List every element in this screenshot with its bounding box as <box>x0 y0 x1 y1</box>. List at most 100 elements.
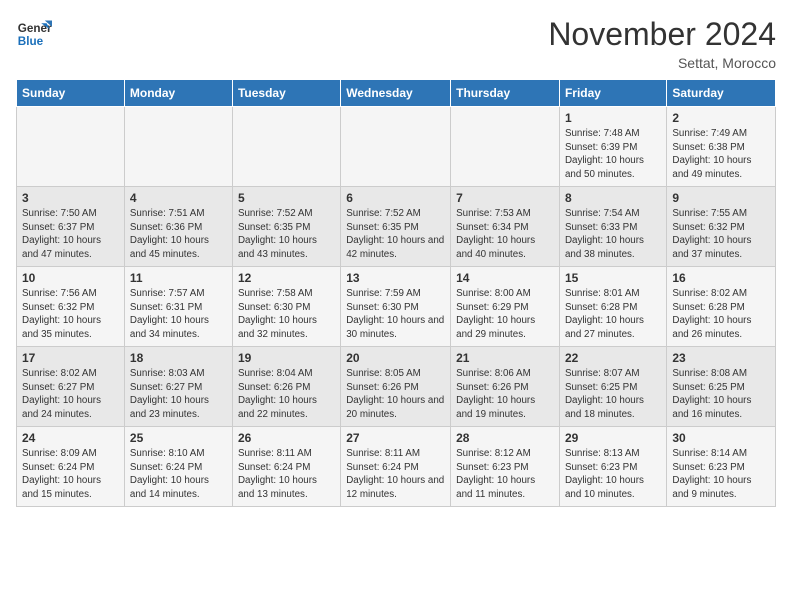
cell-week4-day0: 17Sunrise: 8:02 AM Sunset: 6:27 PM Dayli… <box>17 347 125 427</box>
day-info: Sunrise: 7:59 AM Sunset: 6:30 PM Dayligh… <box>346 287 445 342</box>
cell-week3-day5: 15 Sunrise: 8:01 AM Sunset: 6:28 PM Dayli… <box>559 267 666 347</box>
header-friday: Friday <box>559 80 666 107</box>
cell-week3-day2: 12 Sunrise: 7:58 AM Sunset: 6:30 PM Dayli… <box>232 267 340 347</box>
header-row: SundayMondayTuesdayWednesdayThursdayFrid… <box>17 80 776 107</box>
week-row-2: 3 Sunrise: 7:50 AM Sunset: 6:37 PM Daylig… <box>17 187 776 267</box>
day-number: 20 <box>346 351 445 365</box>
header-thursday: Thursday <box>451 80 560 107</box>
header-wednesday: Wednesday <box>341 80 451 107</box>
cell-week1-day6: 2 Sunrise: 7:49 AM Sunset: 6:38 PM Daylig… <box>667 107 776 187</box>
day-number: 30 <box>672 431 770 445</box>
logo: General Blue <box>16 16 52 52</box>
cell-week2-day4: 7 Sunrise: 7:53 AM Sunset: 6:34 PM Daylig… <box>451 187 560 267</box>
day-number: 19 <box>238 351 335 365</box>
location: Settat, Morocco <box>548 55 776 71</box>
day-number: 6 <box>346 191 445 205</box>
cell-week2-day1: 4 Sunrise: 7:51 AM Sunset: 6:36 PM Daylig… <box>124 187 232 267</box>
cell-week5-day0: 24 Sunrise: 8:09 AM Sunset: 6:24 PM Dayli… <box>17 427 125 507</box>
cell-week5-day3: 27Sunrise: 8:11 AM Sunset: 6:24 PM Dayli… <box>341 427 451 507</box>
day-info: Sunrise: 8:00 AM Sunset: 6:29 PM Dayligh… <box>456 287 554 342</box>
header-saturday: Saturday <box>667 80 776 107</box>
page-header: General Blue November 2024 Settat, Moroc… <box>16 16 776 71</box>
day-number: 24 <box>22 431 119 445</box>
day-number: 14 <box>456 271 554 285</box>
day-info: Sunrise: 7:53 AM Sunset: 6:34 PM Dayligh… <box>456 207 554 262</box>
day-info: Sunrise: 7:55 AM Sunset: 6:32 PM Dayligh… <box>672 207 770 262</box>
day-info: Sunrise: 8:09 AM Sunset: 6:24 PM Dayligh… <box>22 447 119 502</box>
day-number: 28 <box>456 431 554 445</box>
svg-text:Blue: Blue <box>18 35 44 48</box>
logo-icon: General Blue <box>16 16 52 52</box>
cell-week3-day0: 10Sunrise: 7:56 AM Sunset: 6:32 PM Dayli… <box>17 267 125 347</box>
day-number: 4 <box>130 191 227 205</box>
day-info: Sunrise: 7:50 AM Sunset: 6:37 PM Dayligh… <box>22 207 119 262</box>
day-number: 15 <box>565 271 661 285</box>
day-info: Sunrise: 8:06 AM Sunset: 6:26 PM Dayligh… <box>456 367 554 422</box>
day-number: 27 <box>346 431 445 445</box>
title-block: November 2024 Settat, Morocco <box>548 16 776 71</box>
day-info: Sunrise: 8:04 AM Sunset: 6:26 PM Dayligh… <box>238 367 335 422</box>
day-number: 23 <box>672 351 770 365</box>
cell-week1-day2 <box>232 107 340 187</box>
week-row-5: 24 Sunrise: 8:09 AM Sunset: 6:24 PM Dayli… <box>17 427 776 507</box>
calendar-header: SundayMondayTuesdayWednesdayThursdayFrid… <box>17 80 776 107</box>
cell-week1-day0 <box>17 107 125 187</box>
day-info: Sunrise: 8:07 AM Sunset: 6:25 PM Dayligh… <box>565 367 661 422</box>
day-info: Sunrise: 8:11 AM Sunset: 6:24 PM Dayligh… <box>238 447 335 502</box>
calendar-table: SundayMondayTuesdayWednesdayThursdayFrid… <box>16 79 776 507</box>
cell-week5-day6: 30 Sunrise: 8:14 AM Sunset: 6:23 PM Dayli… <box>667 427 776 507</box>
day-number: 8 <box>565 191 661 205</box>
cell-week2-day6: 9 Sunrise: 7:55 AM Sunset: 6:32 PM Daylig… <box>667 187 776 267</box>
cell-week4-day5: 22 Sunrise: 8:07 AM Sunset: 6:25 PM Dayli… <box>559 347 666 427</box>
cell-week3-day1: 11 Sunrise: 7:57 AM Sunset: 6:31 PM Dayli… <box>124 267 232 347</box>
calendar-body: 1Sunrise: 7:48 AM Sunset: 6:39 PM Daylig… <box>17 107 776 507</box>
day-info: Sunrise: 8:12 AM Sunset: 6:23 PM Dayligh… <box>456 447 554 502</box>
cell-week3-day4: 14 Sunrise: 8:00 AM Sunset: 6:29 PM Dayli… <box>451 267 560 347</box>
day-number: 2 <box>672 111 770 125</box>
day-number: 11 <box>130 271 227 285</box>
day-number: 7 <box>456 191 554 205</box>
cell-week1-day5: 1Sunrise: 7:48 AM Sunset: 6:39 PM Daylig… <box>559 107 666 187</box>
day-number: 22 <box>565 351 661 365</box>
cell-week3-day3: 13 Sunrise: 7:59 AM Sunset: 6:30 PM Dayli… <box>341 267 451 347</box>
cell-week4-day6: 23Sunrise: 8:08 AM Sunset: 6:25 PM Dayli… <box>667 347 776 427</box>
cell-week5-day2: 26Sunrise: 8:11 AM Sunset: 6:24 PM Dayli… <box>232 427 340 507</box>
day-number: 25 <box>130 431 227 445</box>
day-info: Sunrise: 7:54 AM Sunset: 6:33 PM Dayligh… <box>565 207 661 262</box>
cell-week2-day3: 6Sunrise: 7:52 AM Sunset: 6:35 PM Daylig… <box>341 187 451 267</box>
day-info: Sunrise: 7:58 AM Sunset: 6:30 PM Dayligh… <box>238 287 335 342</box>
week-row-4: 17Sunrise: 8:02 AM Sunset: 6:27 PM Dayli… <box>17 347 776 427</box>
day-number: 10 <box>22 271 119 285</box>
day-number: 21 <box>456 351 554 365</box>
day-number: 3 <box>22 191 119 205</box>
cell-week5-day5: 29 Sunrise: 8:13 AM Sunset: 6:23 PM Dayli… <box>559 427 666 507</box>
cell-week3-day6: 16Sunrise: 8:02 AM Sunset: 6:28 PM Dayli… <box>667 267 776 347</box>
cell-week2-day2: 5Sunrise: 7:52 AM Sunset: 6:35 PM Daylig… <box>232 187 340 267</box>
cell-week4-day2: 19 Sunrise: 8:04 AM Sunset: 6:26 PM Dayli… <box>232 347 340 427</box>
cell-week4-day3: 20Sunrise: 8:05 AM Sunset: 6:26 PM Dayli… <box>341 347 451 427</box>
cell-week5-day1: 25Sunrise: 8:10 AM Sunset: 6:24 PM Dayli… <box>124 427 232 507</box>
cell-week1-day3 <box>341 107 451 187</box>
day-info: Sunrise: 8:13 AM Sunset: 6:23 PM Dayligh… <box>565 447 661 502</box>
cell-week4-day4: 21 Sunrise: 8:06 AM Sunset: 6:26 PM Dayli… <box>451 347 560 427</box>
day-number: 9 <box>672 191 770 205</box>
day-info: Sunrise: 7:49 AM Sunset: 6:38 PM Dayligh… <box>672 127 770 182</box>
header-sunday: Sunday <box>17 80 125 107</box>
week-row-3: 10Sunrise: 7:56 AM Sunset: 6:32 PM Dayli… <box>17 267 776 347</box>
week-row-1: 1Sunrise: 7:48 AM Sunset: 6:39 PM Daylig… <box>17 107 776 187</box>
cell-week1-day4 <box>451 107 560 187</box>
day-number: 18 <box>130 351 227 365</box>
day-info: Sunrise: 7:51 AM Sunset: 6:36 PM Dayligh… <box>130 207 227 262</box>
day-info: Sunrise: 8:01 AM Sunset: 6:28 PM Dayligh… <box>565 287 661 342</box>
cell-week1-day1 <box>124 107 232 187</box>
day-number: 1 <box>565 111 661 125</box>
day-info: Sunrise: 7:57 AM Sunset: 6:31 PM Dayligh… <box>130 287 227 342</box>
day-number: 16 <box>672 271 770 285</box>
day-number: 12 <box>238 271 335 285</box>
day-number: 13 <box>346 271 445 285</box>
day-info: Sunrise: 8:14 AM Sunset: 6:23 PM Dayligh… <box>672 447 770 502</box>
cell-week4-day1: 18Sunrise: 8:03 AM Sunset: 6:27 PM Dayli… <box>124 347 232 427</box>
header-tuesday: Tuesday <box>232 80 340 107</box>
day-number: 29 <box>565 431 661 445</box>
day-info: Sunrise: 7:52 AM Sunset: 6:35 PM Dayligh… <box>238 207 335 262</box>
